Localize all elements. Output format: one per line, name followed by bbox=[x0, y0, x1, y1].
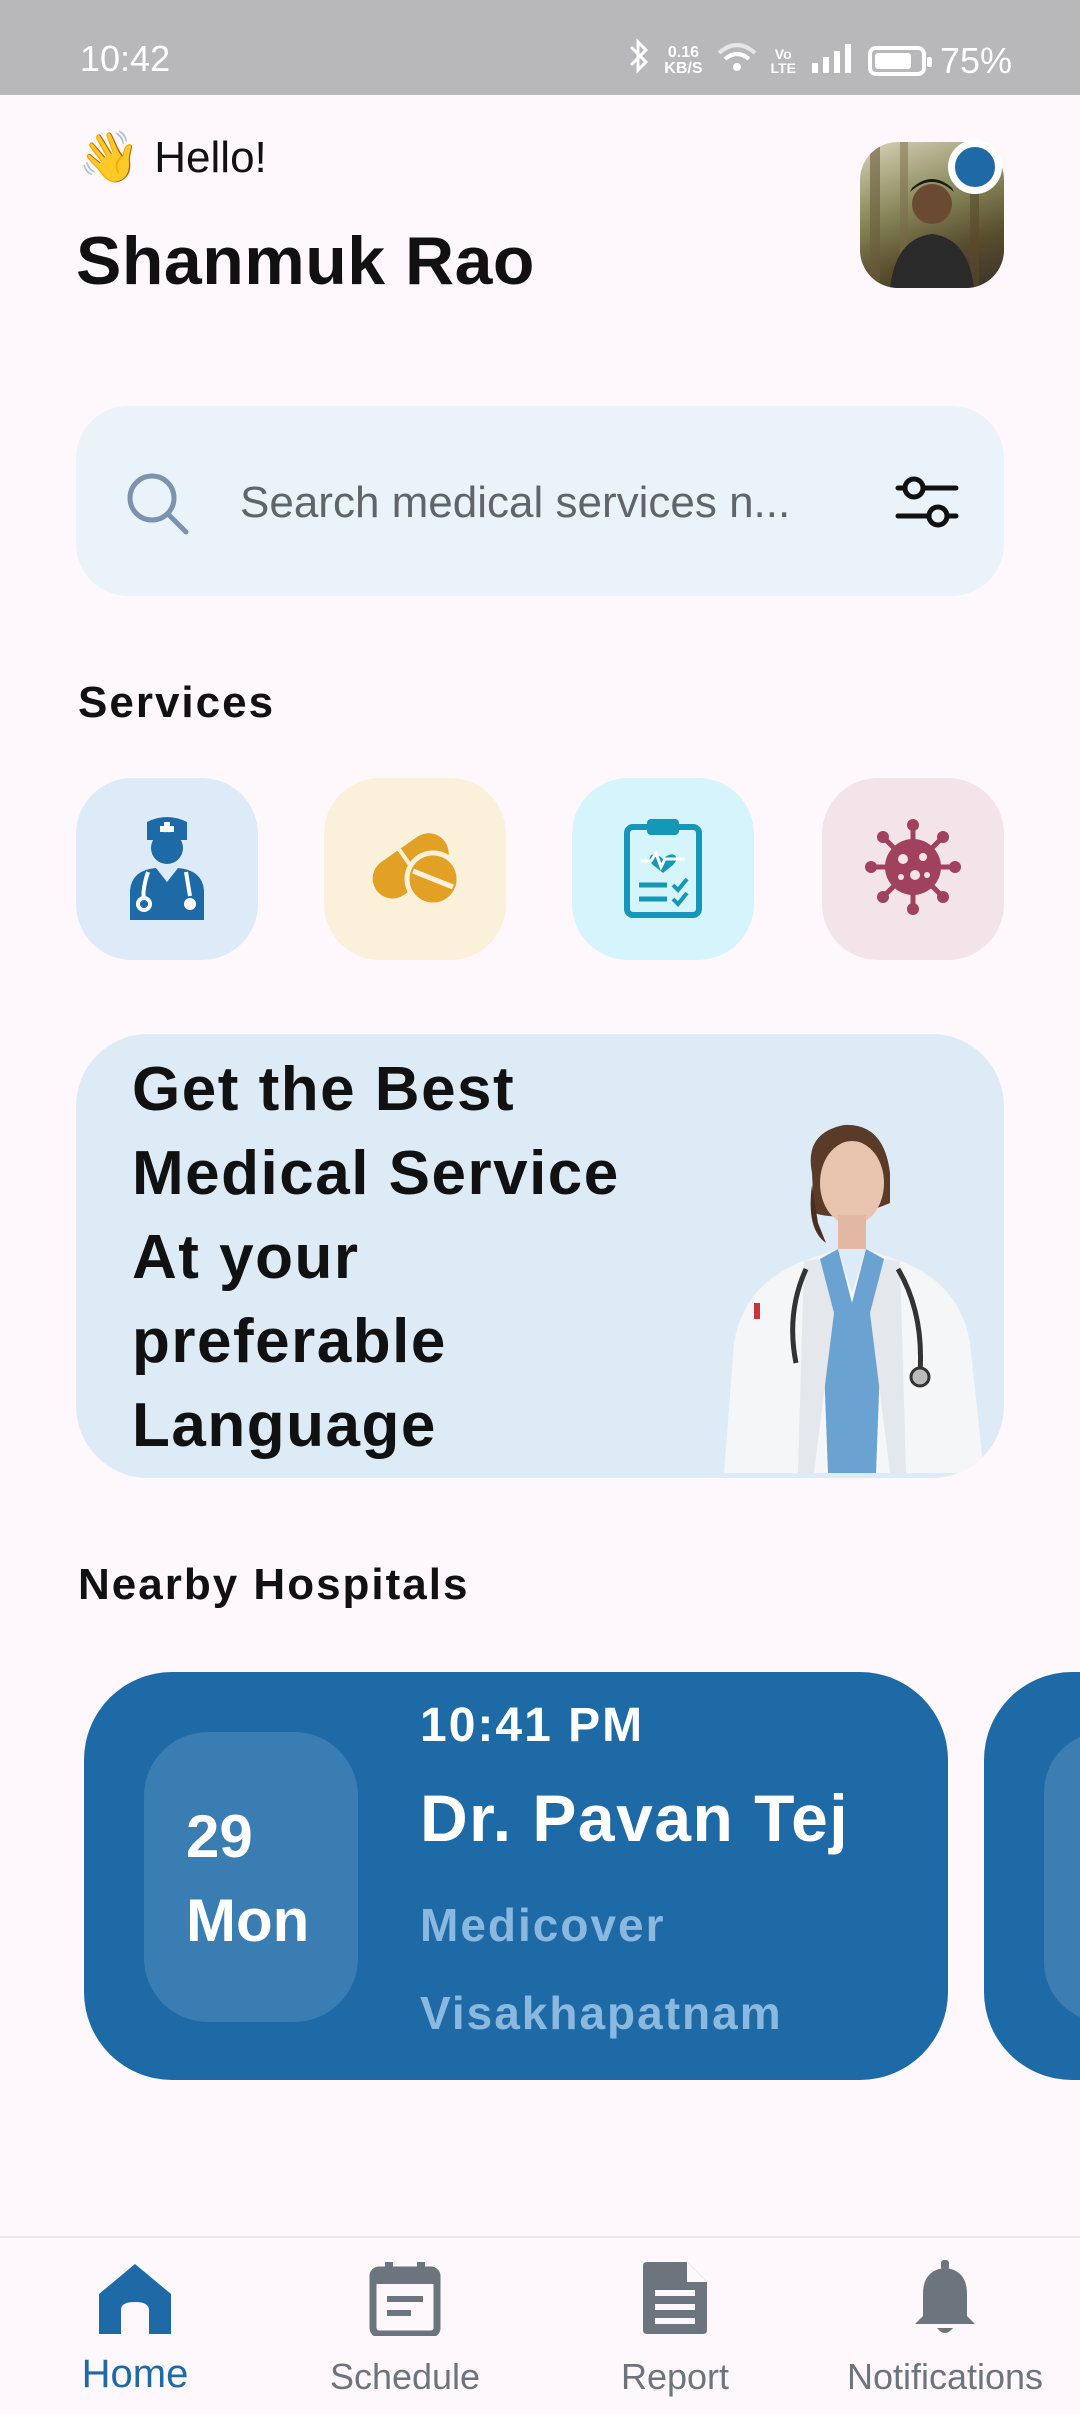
signal-icon bbox=[810, 40, 854, 82]
nav-label: Home bbox=[81, 2352, 189, 2396]
nav-label: Schedule bbox=[329, 2356, 481, 2397]
bluetooth-icon bbox=[628, 38, 650, 83]
status-bar: 10:42 0.16 KB/S Vo LTE 75% bbox=[0, 0, 1080, 95]
search-icon[interactable] bbox=[124, 470, 190, 541]
network-speed: 0.16 KB/S bbox=[664, 43, 703, 77]
bottom-nav: Home Schedule Report Notifications bbox=[0, 2236, 1080, 2414]
wave-emoji: 👋 bbox=[78, 129, 141, 185]
pills-icon bbox=[363, 817, 467, 922]
status-time: 10:42 bbox=[80, 38, 171, 79]
banner-line: preferable bbox=[132, 1307, 447, 1376]
banner-line: At your bbox=[132, 1223, 360, 1292]
nearby-hospitals-title: Nearby Hospitals bbox=[78, 1560, 470, 1609]
services-title: Services bbox=[78, 678, 276, 727]
hospital-card-next[interactable] bbox=[984, 1672, 1080, 2080]
doctor-icon bbox=[122, 812, 212, 927]
clipboard-report-icon bbox=[623, 815, 703, 924]
battery-icon bbox=[867, 45, 932, 76]
service-doctor[interactable] bbox=[76, 778, 258, 960]
user-name: Shanmuk Rao bbox=[76, 223, 535, 299]
banner-text: Get the Best Medical Service At your pre… bbox=[132, 1048, 620, 1468]
search-bar bbox=[76, 406, 1004, 596]
promo-banner[interactable]: Get the Best Medical Service At your pre… bbox=[76, 1034, 1004, 1478]
status-icons: 0.16 KB/S Vo LTE 75% bbox=[628, 38, 1012, 83]
hospital-card[interactable]: 29 Mon 10:41 PM Dr. Pavan Tej Medicover … bbox=[84, 1672, 948, 2080]
greeting: 👋 Hello! bbox=[78, 128, 267, 187]
volte-icon: Vo LTE bbox=[770, 45, 796, 76]
nav-label: Report bbox=[620, 2356, 730, 2397]
hospital-name: Medicover bbox=[420, 1899, 666, 1951]
doctor-name: Dr. Pavan Tej bbox=[420, 1781, 850, 1855]
service-virus[interactable] bbox=[822, 778, 1004, 960]
service-reports[interactable] bbox=[572, 778, 754, 960]
service-pharmacy[interactable] bbox=[324, 778, 506, 960]
virus-icon bbox=[865, 818, 961, 920]
online-status-dot bbox=[948, 140, 1002, 194]
banner-line: Get the Best bbox=[132, 1055, 516, 1124]
appointment-time: 10:41 PM bbox=[420, 1699, 645, 1752]
doctor-illustration bbox=[694, 1073, 1004, 1478]
hospital-city: Visakhapatnam bbox=[420, 1987, 783, 2039]
battery-percent: 75% bbox=[939, 39, 1012, 81]
search-input[interactable] bbox=[238, 472, 932, 534]
date-day: Mon bbox=[186, 1887, 310, 1954]
nav-notifications[interactable]: Notifications bbox=[810, 2238, 1080, 2414]
nav-schedule[interactable]: Schedule bbox=[270, 2238, 540, 2414]
nav-report[interactable]: Report bbox=[540, 2238, 810, 2414]
date-number: 29 bbox=[186, 1803, 253, 1870]
greeting-text: Hello! bbox=[154, 132, 267, 182]
date-box: 29 Mon bbox=[144, 1732, 358, 2022]
banner-line: Language bbox=[132, 1391, 437, 1460]
nav-label: Notifications bbox=[846, 2356, 1044, 2397]
banner-line: Medical Service bbox=[132, 1139, 620, 1208]
wifi-icon bbox=[717, 40, 757, 82]
filter-icon[interactable] bbox=[894, 472, 960, 537]
nav-home[interactable]: Home bbox=[0, 2238, 270, 2414]
